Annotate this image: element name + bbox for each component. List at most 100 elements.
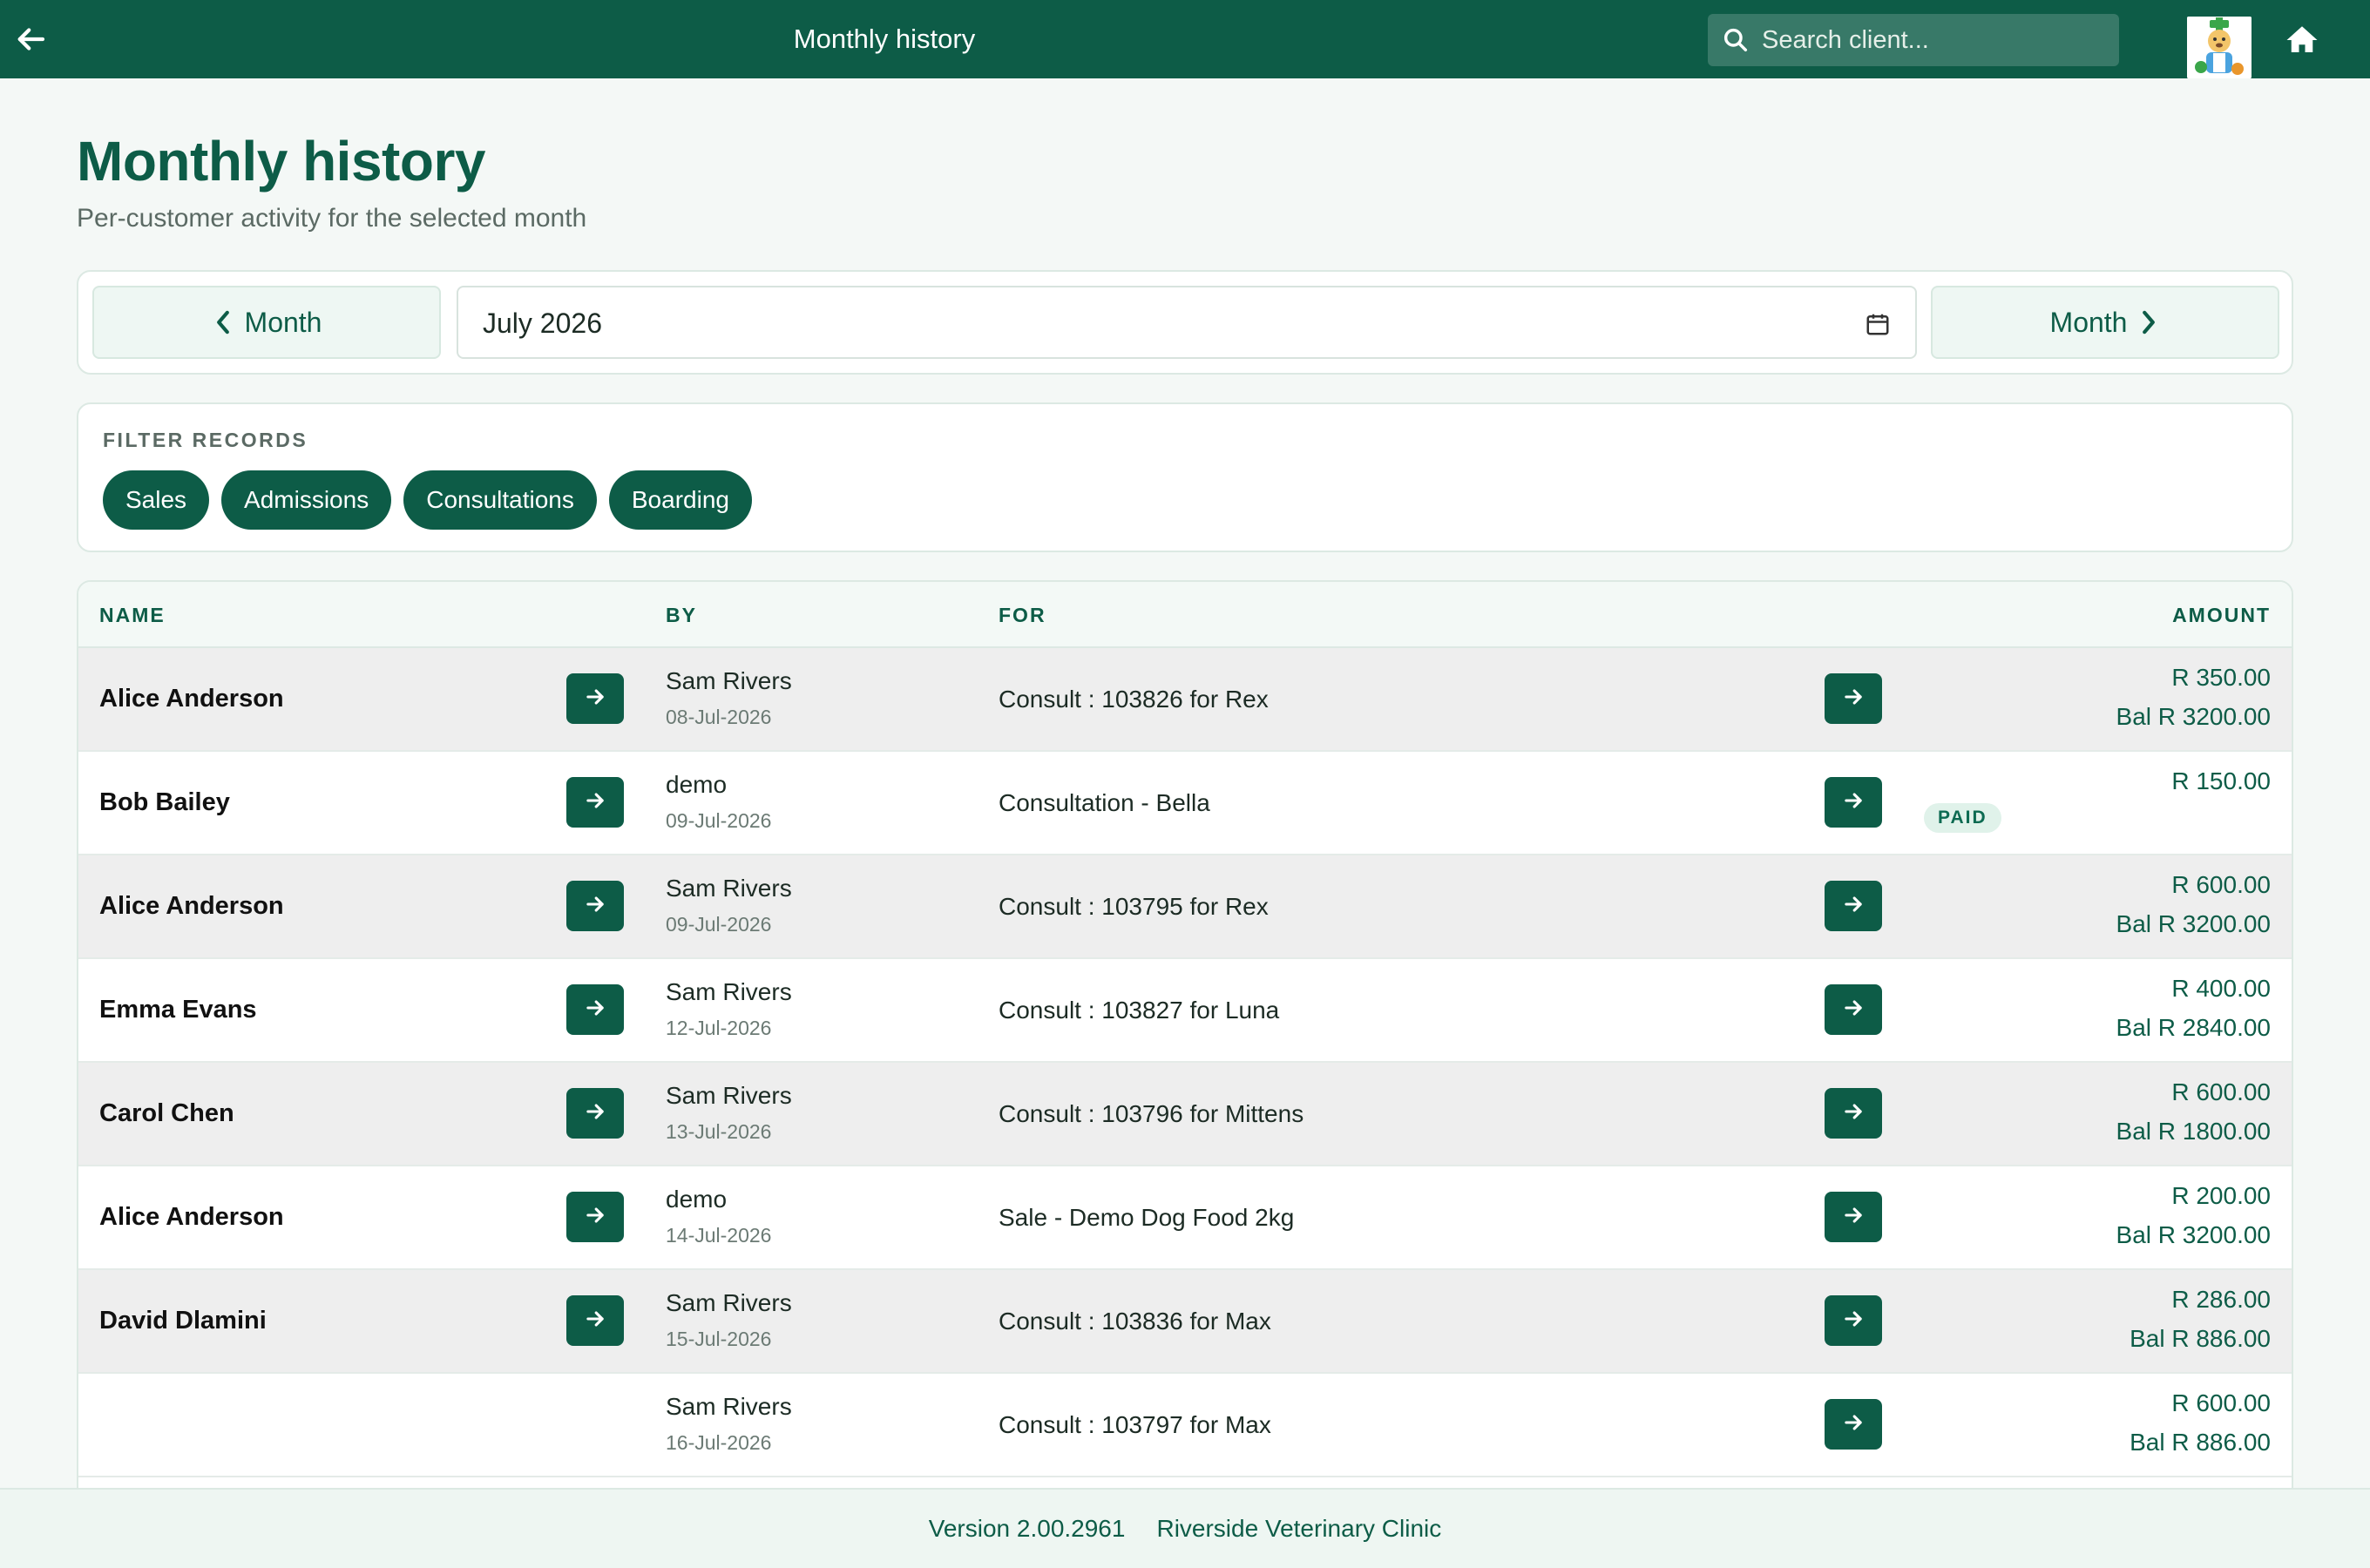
open-record-button[interactable] [1825,984,1882,1035]
calendar-icon[interactable] [1865,310,1891,338]
search-input[interactable] [1762,14,2110,66]
table-row: Alice Anderson demo 14-Jul-2026 Sale - Demo… [78,1166,2292,1270]
record-date: 09-Jul-2026 [666,809,772,832]
customer-name: Emma Evans [99,996,257,1024]
filter-chip-boarding[interactable]: Boarding [608,470,752,530]
staff-name: demo [666,1186,728,1213]
staff-name: Sam Rivers [666,1393,792,1420]
open-record-button[interactable] [1825,1192,1882,1242]
open-customer-button[interactable] [566,984,624,1035]
customer-name: Carol Chen [99,1099,234,1127]
filter-chip-consultations[interactable]: Consultations [403,470,597,530]
arrow-right-icon [583,788,607,817]
open-customer-button[interactable] [566,881,624,931]
table-row: Sam Rivers 16-Jul-2026 Consult : 103797 fo… [78,1374,2292,1477]
user-avatar[interactable] [2187,17,2252,78]
arrow-right-icon [1841,1410,1866,1439]
record-date: 13-Jul-2026 [666,1120,772,1143]
record-description: Consult : 103836 for Max [999,1308,1271,1335]
next-month-button[interactable]: Month [1931,286,2279,359]
staff-name: Sam Rivers [666,875,792,902]
previous-month-label: Month [244,306,322,338]
record-description: Consult : 103796 for Mittens [999,1100,1304,1127]
customer-name: Bob Bailey [99,788,230,816]
record-date: 12-Jul-2026 [666,1017,772,1039]
selected-month-value: July 2026 [483,308,602,339]
page-title: Monthly history [77,130,485,193]
arrow-right-icon [583,1203,607,1232]
open-customer-button[interactable] [566,1295,624,1346]
table-body: Alice Anderson Sam Rivers 08-Jul-2026 Consu… [78,648,2292,1477]
record-date: 14-Jul-2026 [666,1224,772,1247]
column-header-by[interactable]: BY [666,582,697,648]
table-row: David Dlamini Sam Rivers 15-Jul-2026 Consul… [78,1270,2292,1374]
client-search[interactable] [1708,14,2119,66]
record-amount: R 350.00 [2171,664,2271,691]
table-row: Carol Chen Sam Rivers 13-Jul-2026 Consult :… [78,1063,2292,1166]
arrow-right-icon [583,1099,607,1128]
record-description: Sale - Demo Dog Food 2kg [999,1204,1295,1231]
chevron-left-icon [216,310,229,335]
arrow-right-icon [1841,1099,1866,1128]
footer: Version 2.00.2961 Riverside Veterinary C… [0,1488,2370,1568]
account-balance: Bal R 886.00 [2130,1429,2271,1456]
account-balance: Bal R 1800.00 [2116,1118,2271,1145]
arrow-right-icon [583,892,607,921]
open-record-button[interactable] [1825,1295,1882,1346]
record-description: Consult : 103797 for Max [999,1411,1271,1438]
staff-name: demo [666,771,728,798]
filter-chip-sales[interactable]: Sales [103,470,210,530]
open-record-button[interactable] [1825,1088,1882,1139]
month-selector: Month July 2026 Month [77,270,2293,375]
version-label: Version 2.00.2961 [928,1515,1126,1542]
open-customer-button[interactable] [566,777,624,828]
page-subtitle: Per-customer activity for the selected m… [77,204,587,233]
customer-name: David Dlamini [99,1307,267,1335]
open-customer-button[interactable] [566,673,624,724]
table-row: Alice Anderson Sam Rivers 09-Jul-2026 Consu… [78,855,2292,959]
record-date: 15-Jul-2026 [666,1328,772,1350]
record-amount: R 600.00 [2171,871,2271,898]
table-header: NAME BY FOR AMOUNT [78,582,2292,648]
open-record-button[interactable] [1825,777,1882,828]
month-picker-field[interactable]: July 2026 [457,286,1917,359]
home-icon[interactable] [2283,22,2321,58]
column-header-name[interactable]: NAME [99,582,166,648]
open-record-button[interactable] [1825,1399,1882,1450]
staff-name: Sam Rivers [666,978,792,1005]
customer-name: Alice Anderson [99,892,284,920]
status-badge: PAID [1924,803,2001,833]
open-record-button[interactable] [1825,673,1882,724]
record-description: Consult : 103795 for Rex [999,893,1269,920]
arrow-right-icon [583,1307,607,1335]
arrow-right-icon [583,996,607,1024]
record-date: 08-Jul-2026 [666,706,772,728]
table-row: Bob Bailey demo 09-Jul-2026 Consultation - … [78,752,2292,855]
staff-name: Sam Rivers [666,1082,792,1109]
arrow-right-icon [1841,892,1866,921]
record-amount: R 286.00 [2171,1286,2271,1313]
record-description: Consult : 103826 for Rex [999,686,1269,713]
open-record-button[interactable] [1825,881,1882,931]
open-customer-button[interactable] [566,1088,624,1139]
clinic-name: Riverside Veterinary Clinic [1156,1515,1442,1542]
record-amount: R 400.00 [2171,975,2271,1002]
column-header-for[interactable]: FOR [999,582,1046,648]
filter-records-label: FILTER RECORDS [103,429,308,451]
customer-name: Alice Anderson [99,685,284,713]
table-row: Emma Evans Sam Rivers 12-Jul-2026 Consult :… [78,959,2292,1063]
account-balance: Bal R 2840.00 [2116,1014,2271,1041]
arrow-right-icon [1841,996,1866,1024]
record-description: Consult : 103827 for Luna [999,997,1280,1024]
next-month-label: Month [2049,306,2128,338]
chevron-right-icon [2143,310,2156,335]
column-header-amount[interactable]: AMOUNT [2172,582,2271,648]
record-date: 16-Jul-2026 [666,1431,772,1454]
previous-month-button[interactable]: Month [92,286,441,359]
filter-chip-admissions[interactable]: Admissions [221,470,392,530]
staff-name: Sam Rivers [666,1289,792,1316]
record-date: 09-Jul-2026 [666,913,772,936]
open-customer-button[interactable] [566,1192,624,1242]
account-balance: Bal R 3200.00 [2116,1221,2271,1248]
arrow-right-icon [1841,1307,1866,1335]
